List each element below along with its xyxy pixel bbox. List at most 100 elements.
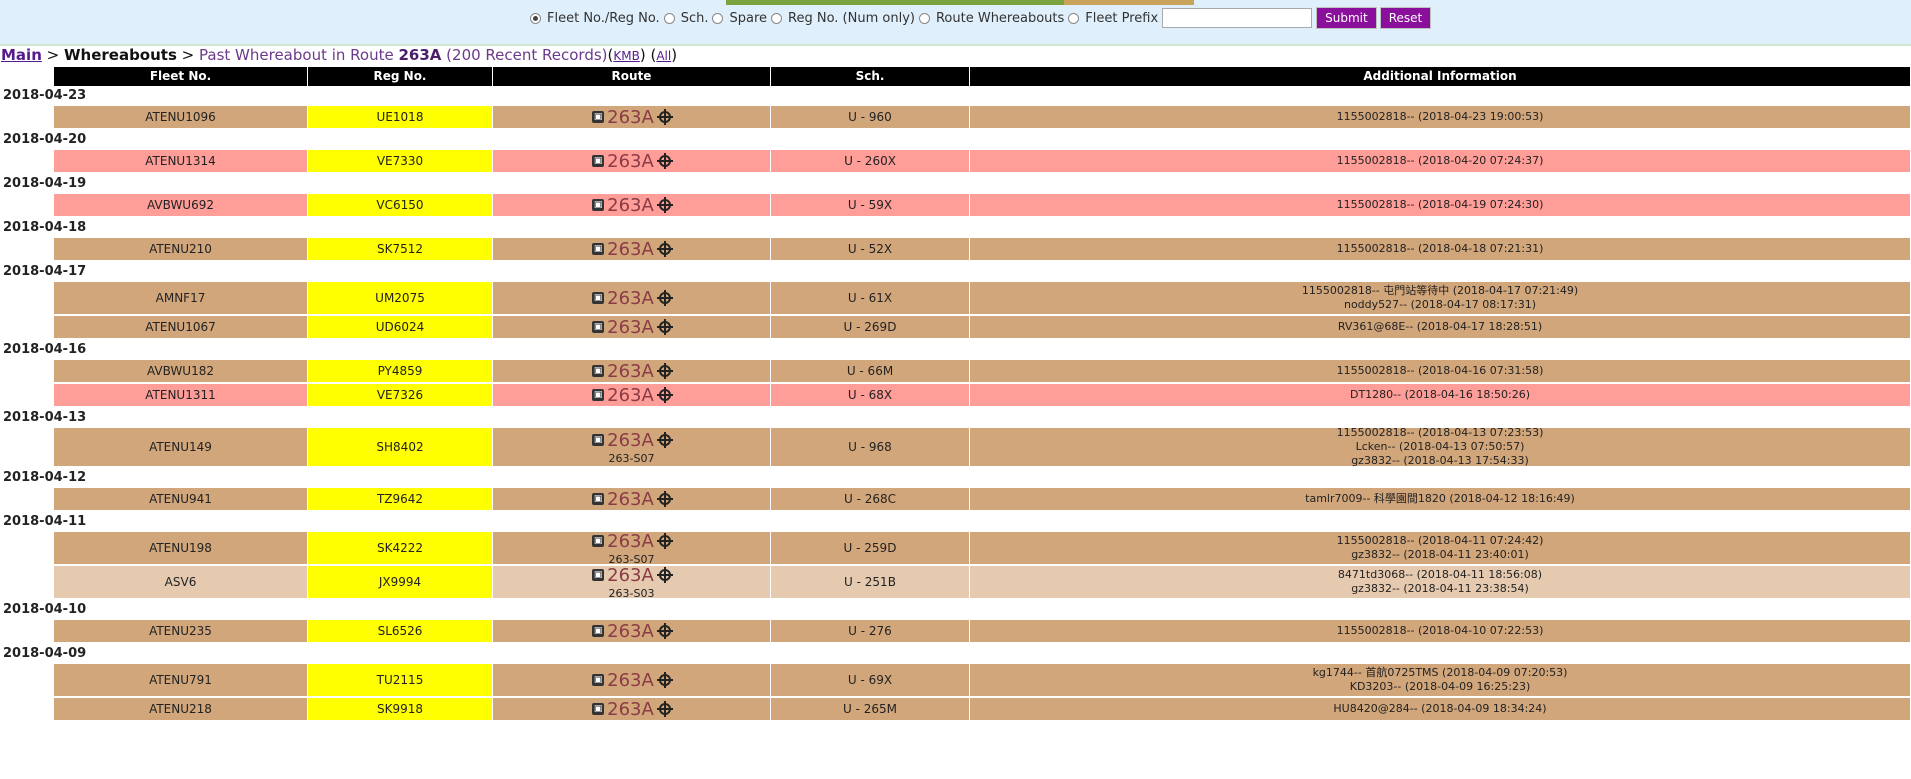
route-cell: ▣ 263A	[493, 238, 771, 260]
radio-button[interactable]	[771, 12, 783, 24]
option-sch[interactable]: Sch.	[663, 11, 708, 26]
search-bar: Fleet No./Reg No. Sch. Spare Reg No. (Nu…	[0, 0, 1911, 46]
info-entry: gz3832-- (2018-04-11 23:40:01)	[1351, 548, 1529, 561]
crosshair-icon[interactable]	[656, 701, 673, 717]
route-variant: 263-S03	[608, 586, 655, 600]
additional-info-cell: 1155002818-- (2018-04-11 07:24:42) gz3832…	[970, 532, 1911, 564]
sch-cell: U - 960	[771, 106, 970, 128]
option-route-whereabouts[interactable]: Route Whereabouts	[918, 11, 1064, 26]
page-title: Past Whereabout in Route	[199, 46, 399, 64]
route-number[interactable]: 263A	[607, 670, 654, 691]
table-row: AVBWU182 PY4859 ▣ 263A U - 66M 1155002818-- (…	[54, 360, 1911, 384]
route-number[interactable]: 263A	[607, 195, 654, 216]
crosshair-icon[interactable]	[656, 153, 673, 169]
bus-stop-icon[interactable]: ▣	[592, 292, 605, 304]
route-number[interactable]: 263A	[607, 489, 654, 510]
bus-stop-icon[interactable]: ▣	[592, 434, 605, 446]
route-number[interactable]: 263A	[607, 317, 654, 338]
bus-stop-icon[interactable]: ▣	[592, 155, 605, 167]
breadcrumb-main-link[interactable]: Main	[1, 46, 42, 64]
crosshair-icon[interactable]	[656, 567, 673, 583]
crosshair-icon[interactable]	[656, 491, 673, 507]
kmb-link[interactable]: KMB	[613, 49, 639, 63]
crosshair-icon[interactable]	[656, 623, 673, 639]
radio-button[interactable]	[712, 12, 724, 24]
crosshair-icon[interactable]	[656, 319, 673, 335]
fleet-no-cell: ATENU235	[54, 620, 308, 642]
radio-button[interactable]	[918, 12, 930, 24]
route-number[interactable]: 263A	[607, 430, 654, 451]
reg-no-cell: SL6526	[308, 620, 493, 642]
additional-info-cell: 1155002818-- (2018-04-13 07:23:53) Lcken-…	[970, 426, 1911, 467]
info-entry: 1155002818-- (2018-04-16 07:31:58)	[1336, 364, 1544, 377]
crosshair-icon[interactable]	[656, 290, 673, 306]
route-number[interactable]: 263A	[607, 239, 654, 260]
bus-stop-icon[interactable]: ▣	[592, 365, 605, 377]
fleet-no-cell: AVBWU182	[54, 360, 308, 382]
bus-stop-icon[interactable]: ▣	[592, 535, 605, 547]
bus-stop-icon[interactable]: ▣	[592, 625, 605, 637]
info-entry: HU8420@284-- (2018-04-09 18:34:24)	[1333, 702, 1547, 715]
route-number[interactable]: 263A	[607, 107, 654, 128]
table-row: ATENU149 SH8402 ▣ 263A 263-S07 U - 968 1155002…	[54, 426, 1911, 468]
route-number[interactable]: 263A	[607, 531, 654, 552]
all-link[interactable]: All	[656, 49, 671, 63]
bus-stop-icon[interactable]: ▣	[592, 321, 605, 333]
sch-cell: U - 59X	[771, 194, 970, 216]
additional-info-cell: HU8420@284-- (2018-04-09 18:34:24)	[970, 698, 1911, 720]
info-entry: 1155002818-- 屯門站等待中 (2018-04-17 07:21:49…	[1301, 284, 1579, 297]
option-reg-num[interactable]: Reg No. (Num only)	[771, 11, 915, 26]
route-number[interactable]: 263A	[607, 621, 654, 642]
table-row: ATENU1067 UD6024 ▣ 263A U - 269D RV361@68E-- …	[54, 316, 1911, 340]
radio-button[interactable]	[1068, 12, 1080, 24]
info-entry: tamlr7009-- 科學園間1820 (2018-04-12 18:16:4…	[1305, 492, 1575, 505]
crosshair-icon[interactable]	[656, 109, 673, 125]
reset-button[interactable]: Reset	[1379, 7, 1432, 29]
radio-button[interactable]	[530, 12, 541, 24]
bus-stop-icon[interactable]: ▣	[592, 199, 605, 211]
fleet-no-cell: ATENU1067	[54, 316, 308, 338]
sch-cell: U - 68X	[771, 384, 970, 406]
sch-cell: U - 251B	[771, 566, 970, 598]
bus-stop-icon[interactable]: ▣	[592, 493, 605, 505]
option-spare[interactable]: Spare	[712, 11, 767, 26]
search-input[interactable]	[1162, 8, 1313, 28]
route-cell: ▣ 263A	[493, 664, 771, 696]
route-number[interactable]: 263A	[607, 385, 654, 406]
sch-cell: U - 69X	[771, 664, 970, 696]
header-sch: Sch.	[771, 67, 970, 86]
reg-no-cell: SK9918	[308, 698, 493, 720]
crosshair-icon[interactable]	[656, 672, 673, 688]
bus-stop-icon[interactable]: ▣	[592, 703, 605, 715]
table-row: ATENU941 TZ9642 ▣ 263A U - 268C tamlr7009-- 科…	[54, 488, 1911, 512]
route-number[interactable]: 263A	[607, 288, 654, 309]
option-fleet-prefix[interactable]: Fleet Prefix	[1068, 11, 1158, 26]
additional-info-cell: 8471td3068-- (2018-04-11 18:56:08) gz3832…	[970, 566, 1911, 598]
bus-stop-icon[interactable]: ▣	[592, 674, 605, 686]
date-heading: 2018-04-10	[3, 602, 87, 617]
fleet-no-cell: ATENU149	[54, 428, 308, 466]
banner-image	[726, 0, 1194, 5]
header-reg-no: Reg No.	[308, 67, 493, 86]
bus-stop-icon[interactable]: ▣	[592, 111, 605, 123]
crosshair-icon[interactable]	[656, 533, 673, 549]
route-number[interactable]: 263A	[607, 565, 654, 586]
crosshair-icon[interactable]	[656, 387, 673, 403]
table-row: ATENU198 SK4222 ▣ 263A 263-S07 U - 259D 115500…	[54, 531, 1911, 566]
option-fleet-reg[interactable]: Fleet No./Reg No.	[530, 11, 660, 26]
radio-button[interactable]	[663, 12, 675, 24]
crosshair-icon[interactable]	[656, 363, 673, 379]
bus-stop-icon[interactable]: ▣	[592, 569, 605, 581]
info-entry: 1155002818-- (2018-04-11 07:24:42)	[1336, 534, 1544, 547]
crosshair-icon[interactable]	[656, 197, 673, 213]
reg-no-cell: UD6024	[308, 316, 493, 338]
bus-stop-icon[interactable]: ▣	[592, 243, 605, 255]
route-number[interactable]: 263A	[607, 151, 654, 172]
submit-button[interactable]: Submit	[1316, 7, 1377, 29]
route-number[interactable]: 263A	[607, 361, 654, 382]
route-number[interactable]: 263A	[607, 699, 654, 720]
crosshair-icon[interactable]	[656, 432, 673, 448]
reg-no-cell: TU2115	[308, 664, 493, 696]
bus-stop-icon[interactable]: ▣	[592, 389, 605, 401]
crosshair-icon[interactable]	[656, 241, 673, 257]
